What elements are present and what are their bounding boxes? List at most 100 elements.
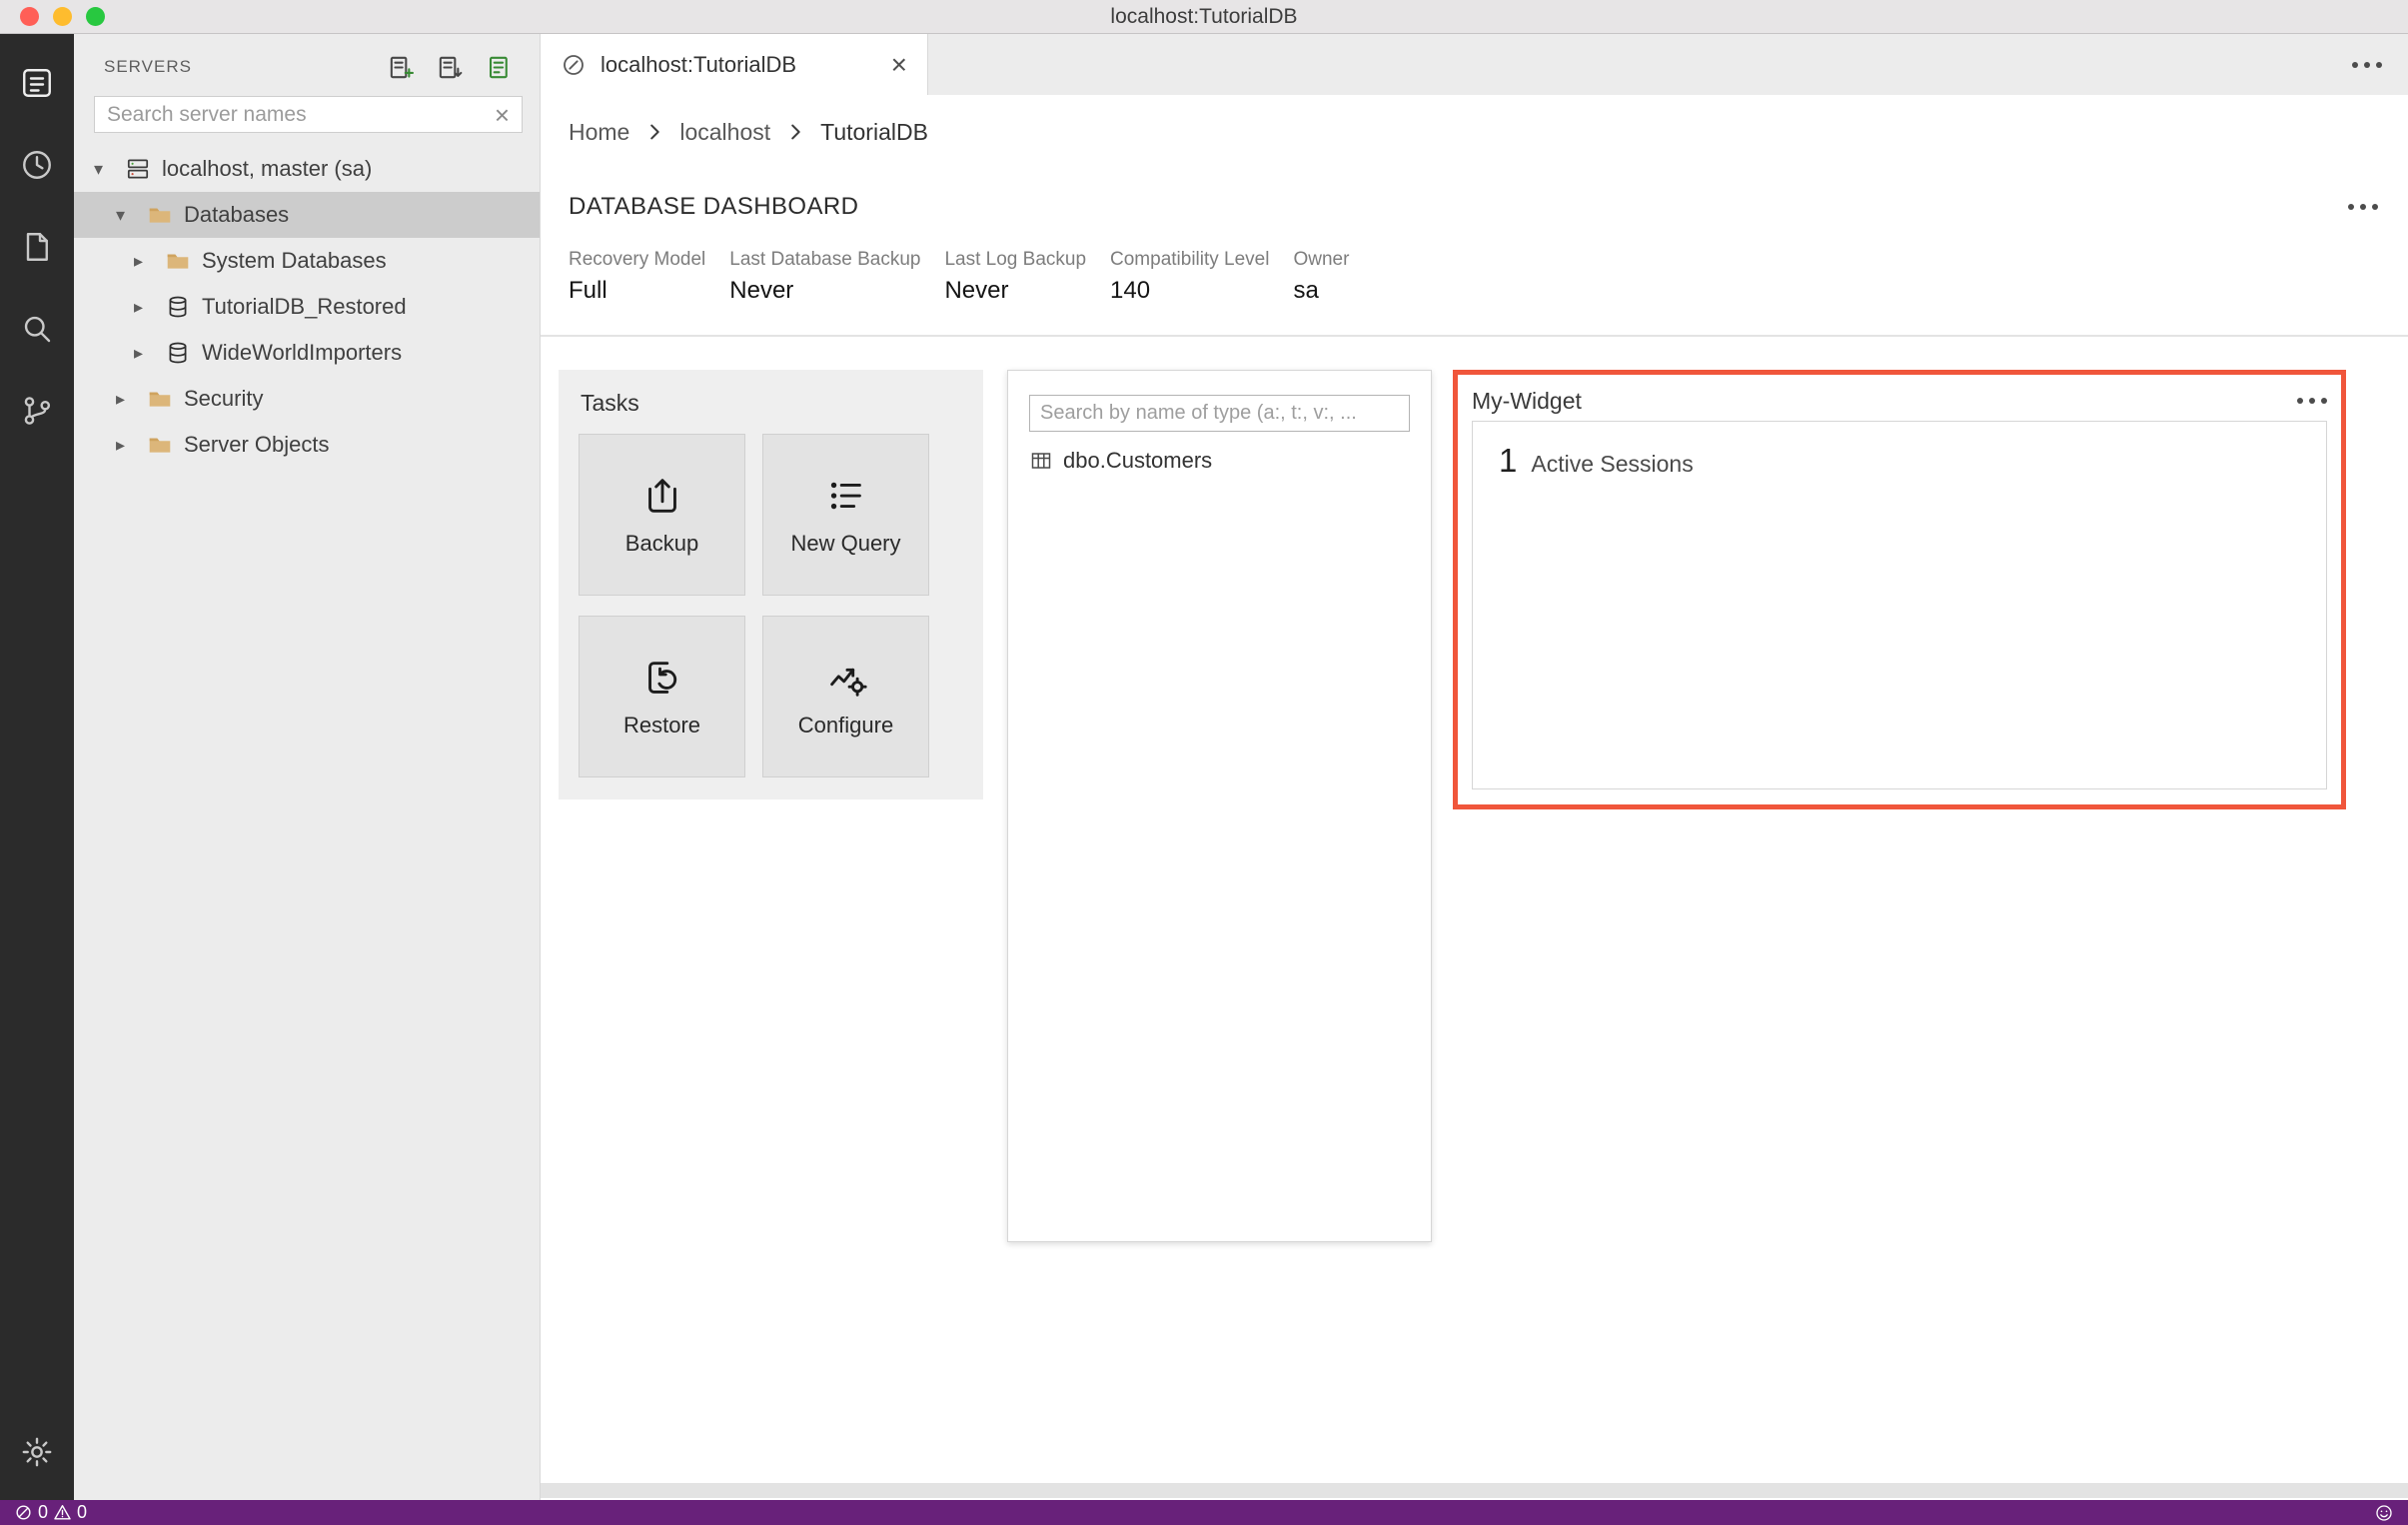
tree-item-wideworldimporters[interactable]: ▸ WideWorldImporters [74,330,540,376]
horizontal-scrollbar[interactable] [541,1483,2408,1498]
sidebar-title: SERVERS [104,57,192,76]
property-owner: Owner sa [1293,249,1350,304]
my-widget-title: My-Widget [1472,387,1582,414]
folder-icon [146,431,174,459]
chevron-collapsed-icon[interactable]: ▸ [116,389,146,410]
new-server-group-icon[interactable] [436,53,465,82]
window-title: localhost:TutorialDB [1110,4,1298,28]
more-actions-icon[interactable] [2352,61,2382,68]
list-item-dbo-customers[interactable]: dbo.Customers [1029,443,1212,479]
list-item-label: dbo.Customers [1063,448,1213,473]
new-query-icon [830,482,861,510]
status-bar: 0 0 [0,1500,2408,1525]
chevron-collapsed-icon[interactable]: ▸ [134,297,164,318]
database-icon [164,339,192,367]
server-search-box: × [94,96,523,133]
server-icon [124,155,152,183]
dashboard-tab-icon [561,52,587,78]
tree-item-server[interactable]: ▾ localhost, master (sa) [74,146,540,192]
object-search-input[interactable] [1040,402,1399,425]
new-connection-icon[interactable] [387,53,416,82]
object-search-box [1029,395,1410,432]
configure-button[interactable]: Configure [762,616,929,777]
breadcrumb-home[interactable]: Home [569,119,629,146]
restore-icon [647,662,676,694]
explorer-widget: dbo.Customers [1007,370,1432,1242]
warning-icon [54,1505,71,1520]
search-icon[interactable] [0,288,74,370]
error-count: 0 [38,1502,49,1522]
property-compatibility-level: Compatibility Level 140 [1110,249,1270,304]
minimize-window-button[interactable] [53,7,72,26]
connections-icon[interactable] [0,42,74,124]
dashboard-widgets: Tasks Backup New Query Restore Configure… [541,337,2408,1500]
tree-item-label: Server Objects [184,432,330,457]
tree-item-label: localhost, master (sa) [162,156,373,181]
chevron-right-icon [643,121,665,143]
editor-area: localhost:TutorialDB × Home localhost Tu… [541,34,2408,1500]
tree-item-tutorialdb-restored[interactable]: ▸ TutorialDB_Restored [74,284,540,330]
editor-actions [2352,34,2408,95]
tasks-widget-title: Tasks [581,390,639,416]
database-icon [164,293,192,321]
active-sessions-label: Active Sessions [1531,451,1694,477]
close-tab-icon[interactable]: × [891,50,907,79]
dashboard-title: DATABASE DASHBOARD [569,193,859,220]
explorer-icon[interactable] [0,206,74,288]
zoom-window-button[interactable] [86,7,105,26]
traffic-lights [20,0,105,33]
active-connections-icon[interactable] [485,53,514,82]
source-control-icon[interactable] [0,370,74,452]
breadcrumb-tutorialdb[interactable]: TutorialDB [820,119,928,146]
close-window-button[interactable] [20,7,39,26]
table-icon [1029,449,1053,473]
tree-item-label: System Databases [202,248,387,273]
chevron-collapsed-icon[interactable]: ▸ [116,435,146,456]
tree-item-databases[interactable]: ▾ Databases [74,192,540,238]
tree-item-label: TutorialDB_Restored [202,294,407,319]
feedback-smiley-icon[interactable] [2374,1503,2394,1523]
task-history-icon[interactable] [0,124,74,206]
my-widget-panel: 1 Active Sessions [1472,421,2327,789]
folder-icon [146,201,174,229]
tree-item-label: Security [184,386,264,411]
problems-indicator[interactable]: 0 0 [14,1502,87,1523]
property-recovery-model: Recovery Model Full [569,249,706,304]
property-last-log-backup: Last Log Backup Never [944,249,1087,304]
warning-count: 0 [77,1502,88,1522]
more-actions-icon[interactable] [2297,398,2327,404]
tab-localhost-tutorialdb[interactable]: localhost:TutorialDB × [541,34,928,95]
tree-item-label: Databases [184,202,290,227]
new-query-button[interactable]: New Query [762,434,929,596]
activity-bar [0,34,74,1500]
restore-button[interactable]: Restore [579,616,745,777]
tree-item-label: WideWorldImporters [202,340,403,365]
my-widget: My-Widget 1 Active Sessions [1453,370,2346,809]
tasks-widget: Tasks Backup New Query Restore Configure [559,370,983,799]
chevron-expanded-icon[interactable]: ▾ [94,159,124,180]
more-actions-icon[interactable] [2348,204,2378,210]
tree-item-server-objects[interactable]: ▸ Server Objects [74,422,540,468]
tab-title: localhost:TutorialDB [601,51,797,77]
chevron-collapsed-icon[interactable]: ▸ [134,343,164,364]
tree-item-system-databases[interactable]: ▸ System Databases [74,238,540,284]
folder-icon [146,385,174,413]
error-icon [16,1505,31,1520]
tree-item-security[interactable]: ▸ Security [74,376,540,422]
chevron-expanded-icon[interactable]: ▾ [116,205,146,226]
settings-gear-icon[interactable] [0,1404,74,1500]
backup-icon [647,479,676,513]
clear-search-icon[interactable]: × [495,102,510,128]
breadcrumb-localhost[interactable]: localhost [679,119,770,146]
server-search-input[interactable] [107,102,495,127]
active-sessions-count: 1 [1499,442,1518,479]
breadcrumb: Home localhost TutorialDB [541,95,2408,169]
property-last-database-backup: Last Database Backup Never [729,249,921,304]
servers-sidebar: SERVERS Search server names × ▾ localhos… [74,34,541,1500]
tab-bar: localhost:TutorialDB × [541,34,2408,95]
chevron-right-icon [784,121,806,143]
backup-button[interactable]: Backup [579,434,745,596]
configure-icon [829,668,867,697]
chevron-collapsed-icon[interactable]: ▸ [134,251,164,272]
server-tree: ▾ localhost, master (sa) ▾ Databases ▸ S… [74,146,540,468]
